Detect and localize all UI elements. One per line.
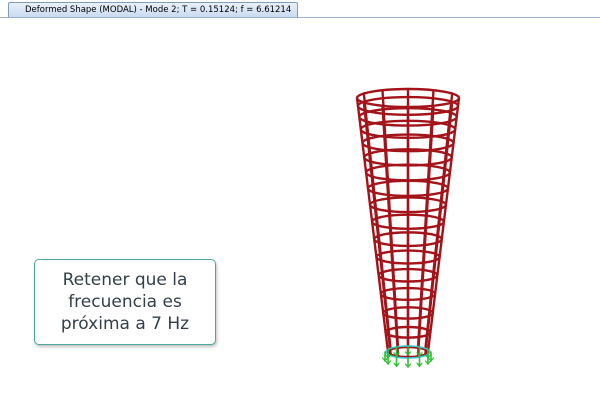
tower-frame-icon [355, 87, 461, 368]
annotation-callout: Retener que la frecuencia es próxima a 7… [34, 259, 216, 345]
annotation-text: Retener que la frecuencia es próxima a 7… [60, 270, 190, 334]
deformed-tower-model [355, 87, 461, 368]
tab-deformed-shape[interactable]: Deformed Shape (MODAL) - Mode 2; T = 0.1… [8, 2, 298, 17]
app-window: Deformed Shape (MODAL) - Mode 2; T = 0.1… [0, 0, 600, 408]
model-viewport[interactable]: Retener que la frecuencia es próxima a 7… [0, 18, 600, 408]
tab-bar: Deformed Shape (MODAL) - Mode 2; T = 0.1… [0, 0, 600, 18]
